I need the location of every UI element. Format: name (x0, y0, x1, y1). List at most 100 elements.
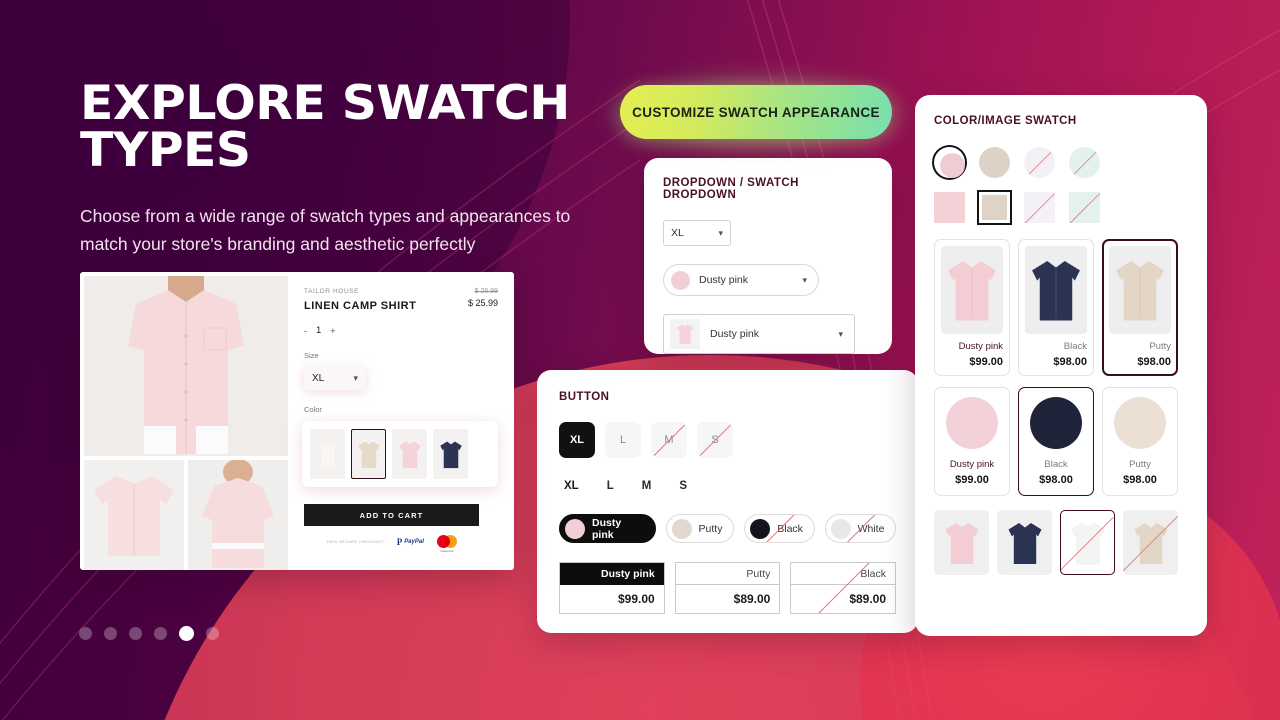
button-swatch-card: BUTTON XL L M S XL L M S Dusty pink Putt… (537, 370, 918, 633)
square-swatch-white[interactable] (1024, 192, 1055, 223)
product-size-select[interactable]: XL ▾ (304, 366, 366, 390)
size-button-label: M (664, 434, 674, 446)
image-card-putty[interactable]: Putty $98.00 (1102, 239, 1178, 376)
product-thumb-front[interactable] (84, 460, 184, 570)
product-size-value: XL (312, 372, 325, 384)
color-card-dusty-pink[interactable]: Dusty pink $99.00 (934, 387, 1010, 496)
circle-swatch-white[interactable] (1024, 147, 1055, 178)
shirt-thumbnail-icon (670, 319, 700, 349)
carousel-dot-3[interactable] (129, 627, 142, 640)
product-image (941, 246, 1003, 334)
text-size-s[interactable]: S (679, 480, 687, 492)
image-card-dusty-pink[interactable]: Dusty pink $99.00 (934, 239, 1010, 376)
square-swatch-putty[interactable] (979, 192, 1010, 223)
chevron-down-icon: ▾ (802, 274, 807, 285)
swatch-dropdown-pill[interactable]: Dusty pink ▾ (663, 264, 819, 296)
color-pill-label: White (857, 522, 885, 535)
price-button-putty[interactable]: Putty $89.00 (674, 562, 781, 614)
chevron-down-icon: ▾ (353, 372, 358, 383)
product-gallery (80, 272, 288, 570)
thumbnail-white[interactable] (1060, 510, 1115, 575)
price-button-price: $99.00 (617, 592, 655, 606)
color-pill-white[interactable]: White (824, 514, 896, 543)
quantity-decrease-button[interactable]: - (304, 326, 307, 336)
thumbnail-putty[interactable] (1123, 510, 1178, 575)
circle-swatch-fill (940, 153, 965, 178)
mastercard-label: mastercard (440, 550, 454, 553)
text-size-m[interactable]: M (642, 480, 652, 492)
square-swatch-fill (982, 195, 1007, 220)
image-card-name: Dusty pink (958, 341, 1003, 352)
color-pill-row: Dusty pink Putty Black White (559, 514, 896, 543)
chevron-down-icon: ▾ (718, 227, 723, 238)
color-image-swatch-panel: COLOR/IMAGE SWATCH Dusty pink $99.00 Bla… (915, 95, 1207, 636)
thumbnail-dusty-pink[interactable] (934, 510, 989, 575)
carousel-dot-5[interactable] (179, 626, 194, 641)
price-button-dusty-pink[interactable]: Dusty pink $99.00 (559, 562, 665, 614)
circle-swatch-dusty-pink[interactable] (934, 147, 965, 178)
product-thumbnail-row (84, 460, 288, 570)
color-dot-icon (565, 518, 585, 539)
image-swatch-value: Dusty pink (710, 328, 760, 340)
square-swatch-row (934, 192, 1188, 223)
color-pill-label: Putty (698, 522, 723, 535)
price-button-row: Dusty pink $99.00 Putty $89.00 Black $89… (559, 562, 897, 614)
product-main-image[interactable] (84, 276, 288, 456)
payment-methods: 100% SECURE CHECKOUT P PayPal mastercard (304, 535, 479, 553)
color-pill-putty[interactable]: Putty (665, 514, 735, 543)
size-button-m[interactable]: M (651, 422, 687, 458)
text-size-l[interactable]: L (607, 480, 614, 492)
product-thumb-back[interactable] (188, 460, 288, 570)
color-card-black[interactable]: Black $98.00 (1018, 387, 1094, 496)
dropdown-swatch-card: DROPDOWN / SWATCH DROPDOWN XL ▾ Dusty pi… (644, 158, 892, 354)
image-swatch-card-row: Dusty pink $99.00 Black $98.00 Putty $98… (934, 239, 1188, 376)
text-size-xl[interactable]: XL (564, 480, 579, 492)
thumbnail-black[interactable] (997, 510, 1052, 575)
size-button-l[interactable]: L (605, 422, 641, 458)
circle-swatch-row (934, 147, 1188, 178)
customize-swatch-appearance-button[interactable]: CUSTOMIZE SWATCH APPEARANCE (620, 85, 892, 139)
quantity-stepper[interactable]: - 1 + (304, 325, 498, 336)
product-swatch-putty[interactable] (351, 429, 386, 479)
size-button-label: S (711, 434, 719, 446)
price-button-label: Dusty pink (560, 563, 664, 585)
cta-container: CUSTOMIZE SWATCH APPEARANCE (606, 73, 906, 153)
product-swatch-white[interactable] (310, 429, 345, 479)
price-button-price: $89.00 (733, 592, 771, 606)
image-swatch-dropdown[interactable]: Dusty pink ▾ (663, 314, 855, 354)
size-button-xl[interactable]: XL (559, 422, 595, 458)
size-button-s[interactable]: S (697, 422, 733, 458)
square-swatch-dusty-pink[interactable] (934, 192, 965, 223)
circle-swatch-putty[interactable] (979, 147, 1010, 178)
product-swatch-pink[interactable] (392, 429, 427, 479)
price-button-black[interactable]: Black $89.00 (790, 562, 897, 614)
product-image (1025, 246, 1087, 334)
paypal-icon: P PayPal (397, 537, 424, 547)
quantity-increase-button[interactable]: + (330, 326, 335, 336)
price-button-label: Black (791, 563, 896, 585)
square-swatch-fill (1024, 192, 1055, 223)
page-title: EXPLORE SWATCH TYPES (80, 76, 570, 178)
product-sale-price: $ 25.99 (467, 298, 498, 308)
color-card-price: $98.00 (1123, 474, 1157, 486)
square-swatch-mint[interactable] (1069, 192, 1100, 223)
color-card-putty[interactable]: Putty $98.00 (1102, 387, 1178, 496)
add-to-cart-button[interactable]: ADD TO CART (304, 504, 479, 526)
circle-swatch-mint[interactable] (1069, 147, 1100, 178)
size-button-label: XL (569, 434, 585, 446)
square-swatch-fill (934, 192, 965, 223)
text-size-row: XL L M S (559, 480, 896, 492)
product-swatch-navy[interactable] (433, 429, 468, 479)
carousel-dot-1[interactable] (79, 627, 92, 640)
carousel-dot-4[interactable] (154, 627, 167, 640)
carousel-dot-6[interactable] (206, 627, 219, 640)
color-pill-black[interactable]: Black (744, 514, 815, 543)
circle-swatch-fill (1069, 147, 1100, 178)
image-card-black[interactable]: Black $98.00 (1018, 239, 1094, 376)
color-pill-dusty-pink[interactable]: Dusty pink (559, 514, 656, 543)
color-card-name: Dusty pink (949, 459, 995, 470)
carousel-dot-2[interactable] (104, 627, 117, 640)
size-dropdown[interactable]: XL ▾ (663, 220, 731, 246)
product-page-mockup: TAILOR HOUSE LINEN CAMP SHIRT $ 26.99 $ … (80, 272, 514, 570)
square-swatch-fill (1069, 192, 1100, 223)
